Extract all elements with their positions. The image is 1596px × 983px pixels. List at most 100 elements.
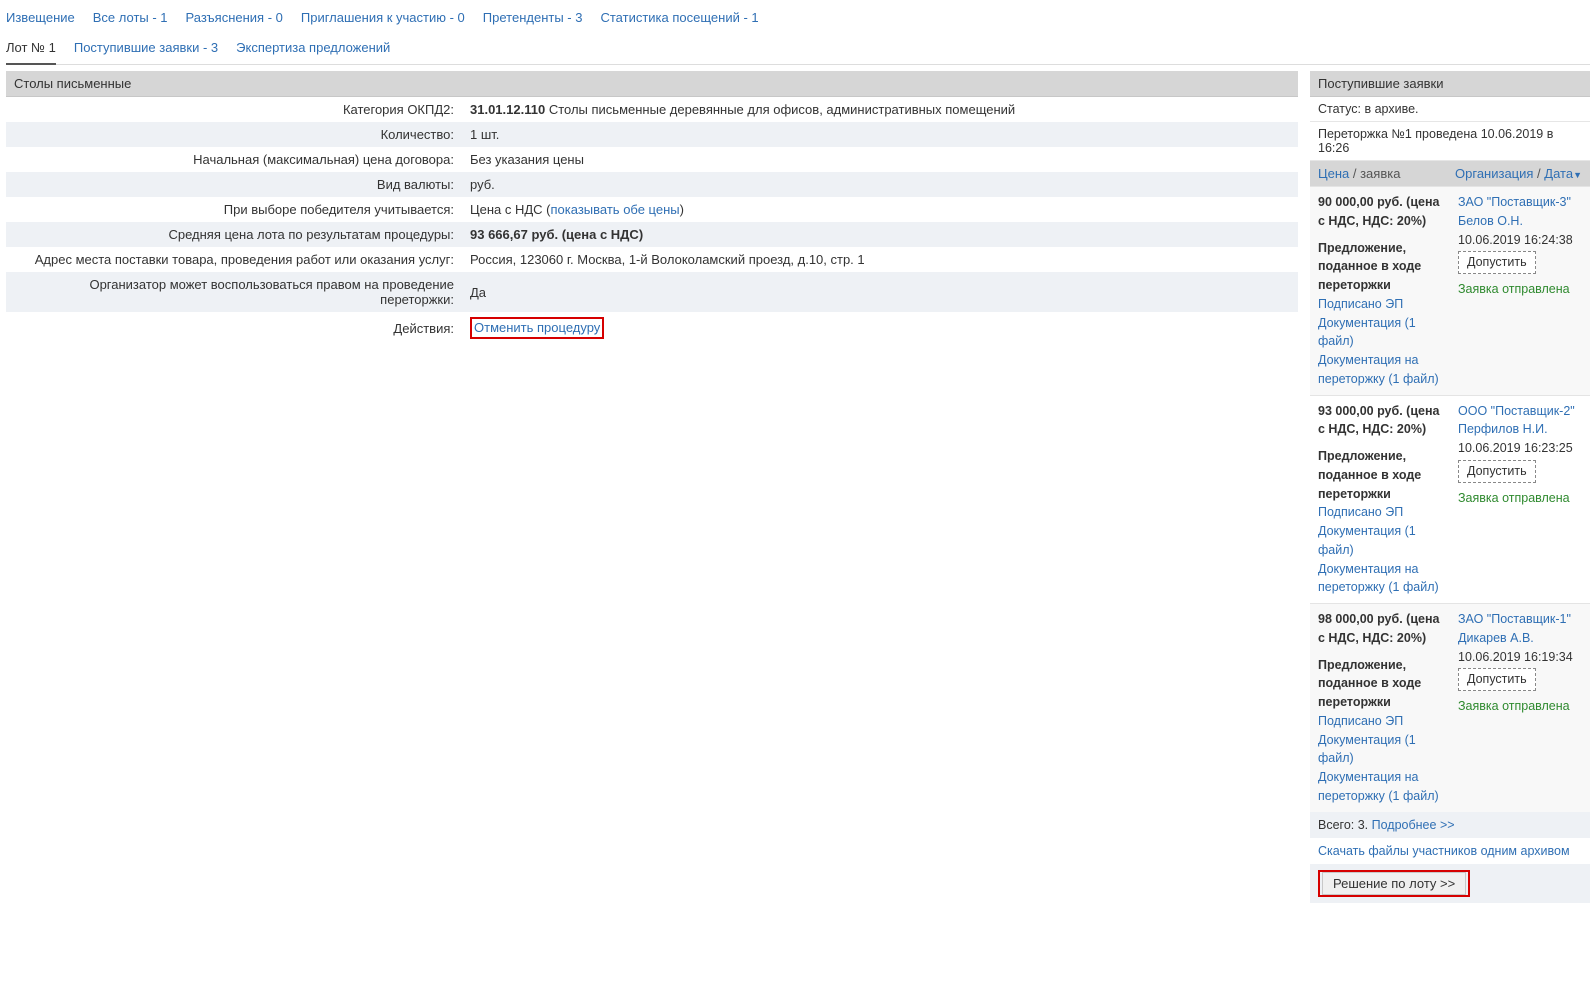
bids-total-row: Всего: 3. Подробнее >> bbox=[1310, 812, 1590, 838]
tab-lot-1[interactable]: Лот № 1 bbox=[6, 34, 56, 65]
row-currency: Вид валюты: руб. bbox=[6, 172, 1298, 197]
row-qty-value: 1 шт. bbox=[462, 122, 1298, 147]
sort-desc-icon: ▼ bbox=[1573, 170, 1582, 180]
row-okpd2-label: Категория ОКПД2: bbox=[6, 97, 462, 122]
bid-person-link[interactable]: Перфилов Н.И. bbox=[1458, 422, 1548, 436]
bid-price: 90 000,00 руб. (цена с НДС, НДС: 20%) bbox=[1318, 193, 1442, 231]
row-avg-price: Средняя цена лота по результатам процеду… bbox=[6, 222, 1298, 247]
tab-received-bids-label[interactable]: Поступившие заявки - 3 bbox=[74, 40, 218, 55]
bid-admit-button[interactable]: Допустить bbox=[1458, 251, 1536, 274]
row-winner-criteria-value: Цена с НДС (показывать обе цены) bbox=[462, 197, 1298, 222]
sub-nav: Лот № 1 Поступившие заявки - 3 Экспертиз… bbox=[6, 29, 1590, 65]
bid-signed-link[interactable]: Подписано ЭП bbox=[1318, 505, 1403, 519]
row-address: Адрес места поставки товара, проведения … bbox=[6, 247, 1298, 272]
bid-admit-button[interactable]: Допустить bbox=[1458, 460, 1536, 483]
bid-retrade-docs-link[interactable]: Документация на переторжку (1 файл) bbox=[1318, 770, 1439, 803]
bid-retrade-docs-link[interactable]: Документация на переторжку (1 файл) bbox=[1318, 353, 1439, 386]
bid-person-link[interactable]: Белов О.Н. bbox=[1458, 214, 1523, 228]
row-actions-label: Действия: bbox=[6, 312, 462, 344]
toggle-both-prices-link[interactable]: показывать обе цены bbox=[551, 202, 680, 217]
bid-info-col: 90 000,00 руб. (цена с НДС, НДС: 20%) Пре… bbox=[1310, 187, 1450, 395]
nav-invites[interactable]: Приглашения к участию - 0 bbox=[301, 10, 465, 25]
bids-status: Статус: в архиве. bbox=[1310, 97, 1590, 122]
bid-timestamp: 10.06.2019 16:19:34 bbox=[1458, 648, 1582, 667]
row-winner-criteria-label: При выборе победителя учитывается: bbox=[6, 197, 462, 222]
row-start-price-label: Начальная (максимальная) цена договора: bbox=[6, 147, 462, 172]
row-okpd2-desc: Столы письменные деревянные для офисов, … bbox=[545, 102, 1015, 117]
bid-sent-status: Заявка отправлена bbox=[1458, 489, 1582, 508]
lot-title: Столы письменные bbox=[6, 71, 1298, 97]
decision-button[interactable]: Решение по лоту >> bbox=[1322, 872, 1466, 895]
row-currency-label: Вид валюты: bbox=[6, 172, 462, 197]
bids-more-link[interactable]: Подробнее >> bbox=[1372, 818, 1455, 832]
row-qty: Количество: 1 шт. bbox=[6, 122, 1298, 147]
avg-price-bold: 93 666,67 руб. (цена с НДС) bbox=[470, 227, 643, 242]
download-all-row: Скачать файлы участников одним архивом bbox=[1310, 838, 1590, 864]
row-retrade-right-label: Организатор может воспользоваться правом… bbox=[6, 272, 462, 312]
bid-org-link[interactable]: ЗАО "Поставщик-1" bbox=[1458, 612, 1571, 626]
bid-signed-link[interactable]: Подписано ЭП bbox=[1318, 297, 1403, 311]
nav-all-lots[interactable]: Все лоты - 1 bbox=[93, 10, 168, 25]
bid-docs-link[interactable]: Документация (1 файл) bbox=[1318, 733, 1416, 766]
bid-org-col: ООО "Поставщик-2" Перфилов Н.И. 10.06.2019… bbox=[1450, 396, 1590, 604]
row-currency-value: руб. bbox=[462, 172, 1298, 197]
bid-timestamp: 10.06.2019 16:23:25 bbox=[1458, 439, 1582, 458]
bid-offer-label: Предложение, поданное в ходе переторжки bbox=[1318, 447, 1442, 503]
bid-price: 98 000,00 руб. (цена с НДС, НДС: 20%) bbox=[1318, 610, 1442, 648]
bids-retrade-line: Переторжка №1 проведена 10.06.2019 в 16:… bbox=[1310, 122, 1590, 161]
nav-notice[interactable]: Извещение bbox=[6, 10, 75, 25]
criteria-suffix: ) bbox=[680, 202, 684, 217]
row-start-price: Начальная (максимальная) цена договора: … bbox=[6, 147, 1298, 172]
row-address-value: Россия, 123060 г. Москва, 1-й Волоколамс… bbox=[462, 247, 1298, 272]
bids-columns-header: Цена / заявка Организация / Дата▼ bbox=[1310, 161, 1590, 186]
bids-title: Поступившие заявки bbox=[1310, 71, 1590, 97]
bid-timestamp: 10.06.2019 16:24:38 bbox=[1458, 231, 1582, 250]
bid-info-col: 93 000,00 руб. (цена с НДС, НДС: 20%)Пре… bbox=[1310, 396, 1450, 604]
row-retrade-right-value: Да bbox=[462, 272, 1298, 312]
sort-date-link[interactable]: Дата bbox=[1544, 166, 1573, 181]
nav-clarifications[interactable]: Разъяснения - 0 bbox=[186, 10, 283, 25]
bid-docs-link[interactable]: Документация (1 файл) bbox=[1318, 316, 1416, 349]
nav-stats[interactable]: Статистика посещений - 1 bbox=[600, 10, 758, 25]
bid-org-col: ЗАО "Поставщик-3" Белов О.Н. 10.06.2019 16… bbox=[1450, 187, 1590, 395]
decision-row: Решение по лоту >> bbox=[1310, 864, 1590, 903]
sort-org-link[interactable]: Организация bbox=[1455, 166, 1533, 181]
row-okpd2-code: 31.01.12.110 bbox=[470, 102, 545, 117]
cancel-procedure-highlight: Отменить процедуру bbox=[470, 317, 604, 339]
row-qty-label: Количество: bbox=[6, 122, 462, 147]
row-avg-price-value: 93 666,67 руб. (цена с НДС) bbox=[462, 222, 1298, 247]
bid-signed-link[interactable]: Подписано ЭП bbox=[1318, 714, 1403, 728]
bid-card: 98 000,00 руб. (цена с НДС, НДС: 20%)Пре… bbox=[1310, 603, 1590, 812]
row-actions: Действия: Отменить процедуру bbox=[6, 312, 1298, 344]
row-actions-value: Отменить процедуру bbox=[462, 312, 1298, 344]
bid-org-link[interactable]: ООО "Поставщик-2" bbox=[1458, 404, 1575, 418]
bid-org-col: ЗАО "Поставщик-1" Дикарев А.В. 10.06.2019 … bbox=[1450, 604, 1590, 812]
download-all-link[interactable]: Скачать файлы участников одним архивом bbox=[1318, 844, 1570, 858]
tab-expertise-label[interactable]: Экспертиза предложений bbox=[236, 40, 390, 55]
bid-sent-status: Заявка отправлена bbox=[1458, 697, 1582, 716]
bids-total-label: Всего: 3. bbox=[1318, 818, 1368, 832]
top-nav: Извещение Все лоты - 1 Разъяснения - 0 П… bbox=[6, 6, 1590, 29]
row-okpd2: Категория ОКПД2: 31.01.12.110 Столы пись… bbox=[6, 97, 1298, 122]
criteria-prefix: Цена с НДС ( bbox=[470, 202, 551, 217]
bid-card: 93 000,00 руб. (цена с НДС, НДС: 20%)Пре… bbox=[1310, 395, 1590, 604]
nav-applicants[interactable]: Претенденты - 3 bbox=[483, 10, 583, 25]
bid-person-link[interactable]: Дикарев А.В. bbox=[1458, 631, 1534, 645]
bid-offer-label: Предложение, поданное в ходе переторжки bbox=[1318, 239, 1442, 295]
bid-retrade-docs-link[interactable]: Документация на переторжку (1 файл) bbox=[1318, 562, 1439, 595]
lot-info-panel: Столы письменные Категория ОКПД2: 31.01.… bbox=[6, 71, 1298, 344]
bid-docs-link[interactable]: Документация (1 файл) bbox=[1318, 524, 1416, 557]
row-start-price-value: Без указания цены bbox=[462, 147, 1298, 172]
tab-received-bids[interactable]: Поступившие заявки - 3 bbox=[74, 34, 218, 65]
sort-price-link[interactable]: Цена bbox=[1318, 166, 1349, 181]
row-avg-price-label: Средняя цена лота по результатам процеду… bbox=[6, 222, 462, 247]
row-retrade-right: Организатор может воспользоваться правом… bbox=[6, 272, 1298, 312]
bid-sent-status: Заявка отправлена bbox=[1458, 280, 1582, 299]
decision-highlight: Решение по лоту >> bbox=[1318, 870, 1470, 897]
bid-admit-button[interactable]: Допустить bbox=[1458, 668, 1536, 691]
tab-expertise[interactable]: Экспертиза предложений bbox=[236, 34, 390, 65]
bid-org-link[interactable]: ЗАО "Поставщик-3" bbox=[1458, 195, 1571, 209]
cancel-procedure-link[interactable]: Отменить процедуру bbox=[474, 320, 600, 335]
bids-panel: Поступившие заявки Статус: в архиве. Пер… bbox=[1310, 71, 1590, 903]
row-address-label: Адрес места поставки товара, проведения … bbox=[6, 247, 462, 272]
